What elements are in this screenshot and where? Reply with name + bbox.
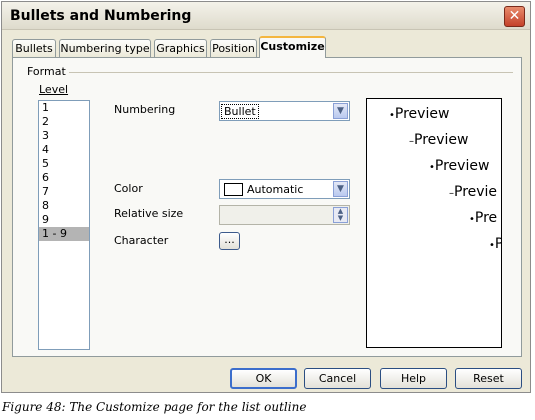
tab-bullets[interactable]: Bullets xyxy=(12,39,56,57)
list-item-selected[interactable]: 1 - 9 xyxy=(39,227,89,241)
list-item[interactable]: 7 xyxy=(39,185,89,199)
spin-updown-icon[interactable]: ▲ ▼ xyxy=(333,207,348,223)
list-item[interactable]: 9 xyxy=(39,213,89,227)
preview-line: •P xyxy=(489,236,501,252)
tab-numbering-type[interactable]: Numbering type xyxy=(59,39,151,57)
numbering-label: Numbering xyxy=(114,103,176,116)
figure-caption: Figure 48: The Customize page for the li… xyxy=(2,400,307,414)
format-section-label: Format xyxy=(27,65,66,78)
bullets-numbering-dialog: Bullets and Numbering ✕ Bullets Numberin… xyxy=(1,1,531,393)
list-item[interactable]: 5 xyxy=(39,157,89,171)
list-item[interactable]: 8 xyxy=(39,199,89,213)
numbering-select[interactable]: Bullet ▼ xyxy=(219,101,350,121)
color-value: Automatic xyxy=(247,183,304,196)
character-select-button[interactable]: ... xyxy=(219,232,240,250)
list-item[interactable]: 6 xyxy=(39,171,89,185)
preview-pane: •Preview –Preview •Preview –Previe •Pre … xyxy=(366,98,502,348)
chevron-down-icon[interactable]: ▼ xyxy=(333,181,348,197)
preview-line: •Preview xyxy=(429,158,490,174)
chevron-down-icon[interactable]: ▼ xyxy=(333,103,348,119)
dialog-title: Bullets and Numbering xyxy=(10,8,192,24)
preview-line: •Pre xyxy=(469,210,498,226)
preview-line: –Previe xyxy=(449,184,498,200)
character-label: Character xyxy=(114,234,169,247)
list-item[interactable]: 1 xyxy=(39,101,89,115)
tab-graphics[interactable]: Graphics xyxy=(154,39,207,57)
list-item[interactable]: 2 xyxy=(39,115,89,129)
customize-panel: Format Level 1 2 3 4 5 6 7 8 9 1 - 9 Num… xyxy=(12,57,522,357)
title-bar: Bullets and Numbering ✕ xyxy=(2,2,530,30)
preview-line: •Preview xyxy=(389,106,450,122)
color-select[interactable]: Automatic ▼ xyxy=(219,179,350,199)
tab-customize[interactable]: Customize xyxy=(259,36,326,58)
close-icon[interactable]: ✕ xyxy=(504,6,525,27)
relative-size-spinner[interactable]: ▲ ▼ xyxy=(219,205,350,225)
numbering-value: Bullet xyxy=(221,104,259,119)
color-swatch xyxy=(224,183,243,196)
tab-position[interactable]: Position xyxy=(210,39,257,57)
format-divider xyxy=(69,72,513,73)
color-label: Color xyxy=(114,182,143,195)
list-item[interactable]: 4 xyxy=(39,143,89,157)
list-item[interactable]: 3 xyxy=(39,129,89,143)
level-list[interactable]: 1 2 3 4 5 6 7 8 9 1 - 9 xyxy=(38,100,90,350)
reset-button[interactable]: Reset xyxy=(455,368,522,389)
help-button[interactable]: Help xyxy=(380,368,447,389)
preview-line: –Preview xyxy=(409,132,469,148)
ok-button[interactable]: OK xyxy=(230,368,297,389)
cancel-button[interactable]: Cancel xyxy=(304,368,371,389)
level-label: Level xyxy=(39,83,69,96)
relative-size-label: Relative size xyxy=(114,207,184,220)
